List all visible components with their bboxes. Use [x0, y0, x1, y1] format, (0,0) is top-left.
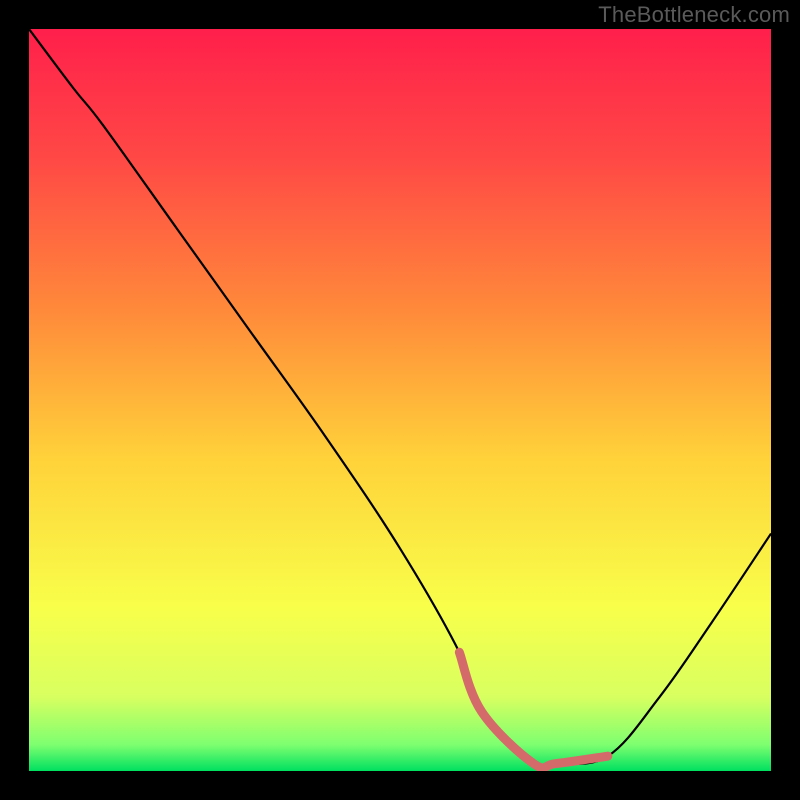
watermark-text: TheBottleneck.com	[598, 2, 790, 28]
chart-frame: TheBottleneck.com	[0, 0, 800, 800]
chart-plot-area	[29, 29, 771, 771]
gradient-background	[29, 29, 771, 771]
bottleneck-chart-svg	[29, 29, 771, 771]
